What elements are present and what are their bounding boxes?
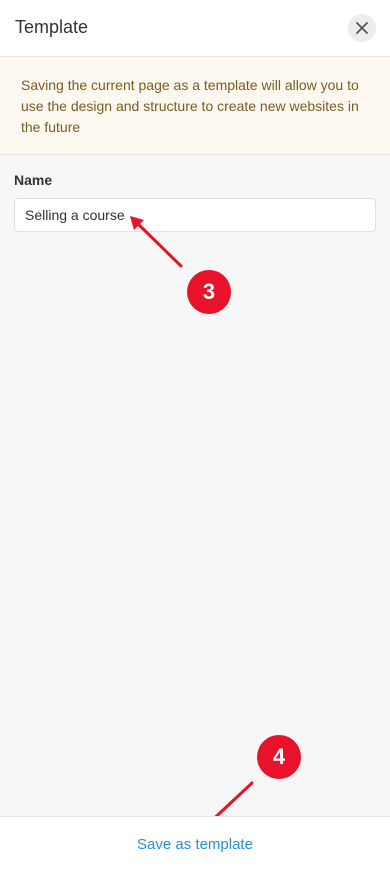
panel-footer: Save as template <box>0 816 390 870</box>
template-notice: Saving the current page as a template wi… <box>0 57 390 155</box>
close-icon <box>356 22 368 34</box>
save-as-template-button[interactable]: Save as template <box>0 817 390 870</box>
step-3-badge: 3 <box>187 270 231 314</box>
name-label: Name <box>14 172 53 188</box>
template-panel: Template Saving the current page as a te… <box>0 0 390 870</box>
panel-title: Template <box>15 17 89 37</box>
name-input[interactable] <box>14 198 376 232</box>
panel-header: Template <box>0 0 390 57</box>
step-4-badge: 4 <box>257 735 301 779</box>
close-button[interactable] <box>348 14 376 42</box>
